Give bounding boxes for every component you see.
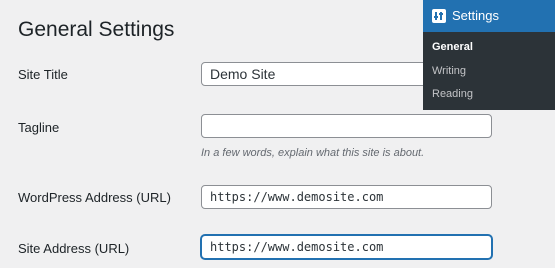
site-address-field[interactable]: [201, 235, 492, 259]
tagline-field[interactable]: [201, 114, 492, 138]
tagline-label: Tagline: [18, 120, 60, 135]
settings-icon: [432, 9, 446, 23]
menu-item-general[interactable]: General: [432, 39, 473, 55]
settings-page: General Settings Site Title Tagline In a…: [0, 0, 555, 268]
tagline-description: In a few words, explain what this site i…: [201, 147, 425, 159]
page-title: General Settings: [18, 18, 175, 41]
menu-item-writing[interactable]: Writing: [432, 63, 466, 79]
menu-item-reading[interactable]: Reading: [432, 86, 473, 102]
settings-menu-label: Settings: [452, 8, 499, 23]
settings-menu-head[interactable]: Settings: [423, 0, 555, 32]
wordpress-address-field[interactable]: [201, 185, 492, 209]
site-address-label: Site Address (URL): [18, 241, 130, 256]
wordpress-address-label: WordPress Address (URL): [18, 190, 171, 205]
settings-flyout-menu: Settings General Writing Reading: [423, 0, 555, 110]
site-title-label: Site Title: [18, 67, 68, 82]
